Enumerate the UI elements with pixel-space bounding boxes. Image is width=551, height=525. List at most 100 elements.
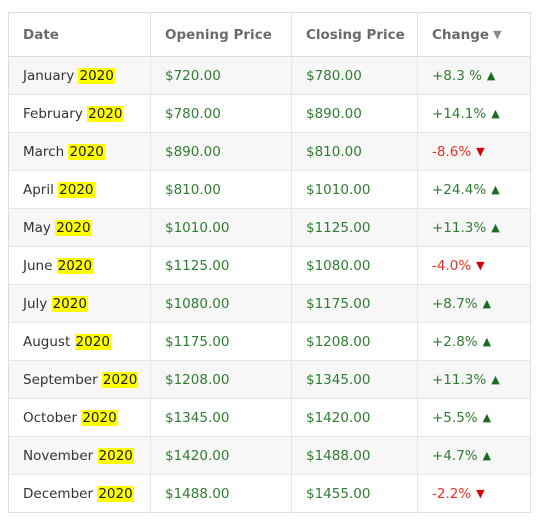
cell-closing-price: $810.00 bbox=[291, 132, 418, 171]
cell-opening-price: $1208.00 bbox=[150, 360, 292, 399]
change-value-label: +5.5% bbox=[432, 409, 478, 426]
cell-date: July 2020 bbox=[8, 284, 151, 323]
trend-up-icon: ▲ bbox=[482, 334, 492, 348]
monthly-stock-price-table: Date Opening Price Closing Price Change ▼… bbox=[8, 12, 531, 513]
date-month-label: May bbox=[23, 219, 51, 236]
column-header-date-label: Date bbox=[23, 26, 59, 43]
cell-opening-price: $1175.00 bbox=[150, 322, 292, 361]
table-row[interactable]: November 2020 $1420.00 $1488.00 +4.7% ▲ bbox=[8, 436, 531, 475]
date-month-label: July bbox=[23, 295, 48, 312]
price-table-container: Date Opening Price Closing Price Change ▼… bbox=[8, 12, 531, 513]
search-highlight-year: 2020 bbox=[58, 181, 95, 198]
cell-opening-price: $810.00 bbox=[150, 170, 292, 209]
search-highlight-year: 2020 bbox=[51, 295, 88, 312]
change-value-label: +2.8% bbox=[432, 333, 478, 350]
table-row[interactable]: June 2020 $1125.00 $1080.00 -4.0% ▼ bbox=[8, 246, 531, 285]
sort-descending-icon: ▼ bbox=[493, 27, 502, 41]
cell-closing-price: $1080.00 bbox=[291, 246, 418, 285]
table-header-row: Date Opening Price Closing Price Change ▼ bbox=[8, 12, 531, 57]
table-row[interactable]: May 2020 $1010.00 $1125.00 +11.3% ▲ bbox=[8, 208, 531, 247]
cell-closing-price: $1345.00 bbox=[291, 360, 418, 399]
change-value-label: +14.1% bbox=[432, 105, 487, 122]
cell-change: -4.0% ▼ bbox=[417, 246, 531, 285]
date-month-label: February bbox=[23, 105, 83, 122]
cell-opening-price: $780.00 bbox=[150, 94, 292, 133]
search-highlight-year: 2020 bbox=[97, 447, 134, 464]
cell-closing-price: $780.00 bbox=[291, 56, 418, 95]
cell-date: November 2020 bbox=[8, 436, 151, 475]
change-value-label: +24.4% bbox=[432, 181, 487, 198]
table-row[interactable]: October 2020 $1345.00 $1420.00 +5.5% ▲ bbox=[8, 398, 531, 437]
trend-up-icon: ▲ bbox=[482, 296, 492, 310]
search-highlight-year: 2020 bbox=[56, 257, 94, 274]
cell-closing-price: $1010.00 bbox=[291, 170, 418, 209]
cell-date: March 2020 bbox=[8, 132, 151, 171]
trend-up-icon: ▲ bbox=[482, 448, 492, 462]
date-month-label: December bbox=[23, 485, 94, 502]
table-header: Date Opening Price Closing Price Change ▼ bbox=[8, 12, 531, 57]
table-row[interactable]: April 2020 $810.00 $1010.00 +24.4% ▲ bbox=[8, 170, 531, 209]
cell-date: August 2020 bbox=[8, 322, 151, 361]
search-highlight-year: 2020 bbox=[74, 333, 111, 350]
cell-change: +8.7% ▲ bbox=[417, 284, 531, 323]
table-row[interactable]: August 2020 $1175.00 $1208.00 +2.8% ▲ bbox=[8, 322, 531, 361]
table-row[interactable]: January 2020 $720.00 $780.00 +8.3 % ▲ bbox=[8, 56, 531, 95]
change-value-label: +11.3% bbox=[432, 219, 487, 236]
cell-closing-price: $1175.00 bbox=[291, 284, 418, 323]
cell-date: February 2020 bbox=[8, 94, 151, 133]
cell-change: +8.3 % ▲ bbox=[417, 56, 531, 95]
cell-date: September 2020 bbox=[8, 360, 151, 399]
search-highlight-year: 2020 bbox=[97, 485, 134, 502]
change-value-label: +8.7% bbox=[432, 295, 478, 312]
cell-closing-price: $1208.00 bbox=[291, 322, 418, 361]
cell-opening-price: $1080.00 bbox=[150, 284, 292, 323]
change-value-label: +11.3% bbox=[432, 371, 487, 388]
date-month-label: September bbox=[23, 371, 98, 388]
date-month-label: November bbox=[23, 447, 94, 464]
cell-closing-price: $1125.00 bbox=[291, 208, 418, 247]
table-row[interactable]: March 2020 $890.00 $810.00 -8.6% ▼ bbox=[8, 132, 531, 171]
column-header-opening-price[interactable]: Opening Price bbox=[150, 12, 292, 57]
cell-date: June 2020 bbox=[8, 246, 151, 285]
cell-opening-price: $1125.00 bbox=[150, 246, 292, 285]
column-header-opening-price-label: Opening Price bbox=[165, 26, 272, 43]
cell-closing-price: $890.00 bbox=[291, 94, 418, 133]
change-value-label: -8.6% bbox=[432, 143, 472, 160]
cell-change: +11.3% ▲ bbox=[417, 360, 531, 399]
date-month-label: October bbox=[23, 409, 78, 426]
search-highlight-year: 2020 bbox=[78, 67, 115, 84]
cell-closing-price: $1420.00 bbox=[291, 398, 418, 437]
cell-change: +5.5% ▲ bbox=[417, 398, 531, 437]
trend-up-icon: ▲ bbox=[486, 68, 496, 82]
change-value-label: +8.3 % bbox=[432, 67, 482, 84]
change-value-label: +4.7% bbox=[432, 447, 478, 464]
cell-date: December 2020 bbox=[8, 474, 151, 513]
cell-date: January 2020 bbox=[8, 56, 151, 95]
cell-opening-price: $1420.00 bbox=[150, 436, 292, 475]
cell-opening-price: $1345.00 bbox=[150, 398, 292, 437]
cell-opening-price: $890.00 bbox=[150, 132, 292, 171]
trend-down-icon: ▼ bbox=[476, 258, 485, 272]
column-header-closing-price[interactable]: Closing Price bbox=[291, 12, 418, 57]
trend-up-icon: ▲ bbox=[482, 410, 492, 424]
cell-opening-price: $1010.00 bbox=[150, 208, 292, 247]
trend-up-icon: ▲ bbox=[491, 220, 500, 234]
date-month-label: March bbox=[23, 143, 65, 160]
date-month-label: August bbox=[23, 333, 71, 350]
trend-down-icon: ▼ bbox=[476, 486, 485, 500]
column-header-date[interactable]: Date bbox=[8, 12, 151, 57]
cell-date: October 2020 bbox=[8, 398, 151, 437]
column-header-change[interactable]: Change ▼ bbox=[417, 12, 531, 57]
table-row[interactable]: September 2020 $1208.00 $1345.00 +11.3% ▲ bbox=[8, 360, 531, 399]
date-month-label: January bbox=[23, 67, 75, 84]
table-row[interactable]: December 2020 $1488.00 $1455.00 -2.2% ▼ bbox=[8, 474, 531, 513]
search-highlight-year: 2020 bbox=[101, 371, 139, 388]
trend-down-icon: ▼ bbox=[476, 144, 485, 158]
date-month-label: June bbox=[23, 257, 53, 274]
cell-date: April 2020 bbox=[8, 170, 151, 209]
table-row[interactable]: February 2020 $780.00 $890.00 +14.1% ▲ bbox=[8, 94, 531, 133]
cell-change: +2.8% ▲ bbox=[417, 322, 531, 361]
cell-closing-price: $1488.00 bbox=[291, 436, 418, 475]
table-body: January 2020 $720.00 $780.00 +8.3 % ▲ Februar… bbox=[8, 56, 531, 513]
table-row[interactable]: July 2020 $1080.00 $1175.00 +8.7% ▲ bbox=[8, 284, 531, 323]
